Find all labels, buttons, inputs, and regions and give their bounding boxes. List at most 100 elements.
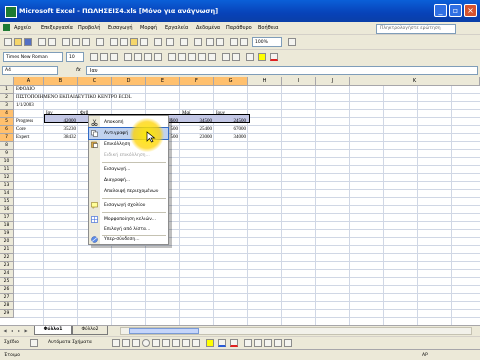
row-header-21[interactable]: 21 <box>0 246 14 254</box>
menu-file[interactable]: Αρχείο <box>14 25 31 31</box>
row-header-7[interactable]: 7 <box>0 134 14 142</box>
cell-a6[interactable]: Core <box>16 126 26 134</box>
merge-center-icon[interactable] <box>154 53 162 61</box>
percent-icon[interactable] <box>178 53 186 61</box>
maximize-button[interactable]: ▫ <box>449 4 462 17</box>
rectangle-icon[interactable] <box>132 339 140 347</box>
increase-decimal-icon[interactable] <box>198 53 206 61</box>
row-header-12[interactable]: 12 <box>0 174 14 182</box>
undo-icon[interactable] <box>154 38 162 46</box>
excel-app-icon[interactable] <box>5 6 17 18</box>
worksheet-grid[interactable]: A B C D E F G H I J K 1 2 3 4 5 6 7 8 9 10 11 12 13 1… <box>0 77 480 325</box>
email-icon[interactable] <box>48 38 56 46</box>
align-left-icon[interactable] <box>124 53 132 61</box>
cell-f6[interactable]: 25400 <box>180 126 213 134</box>
cell-a3[interactable]: 1/1/2003 <box>16 102 34 110</box>
column-header-a[interactable]: A <box>14 77 44 86</box>
cell-g7[interactable]: 34000 <box>214 134 247 142</box>
row-header-26[interactable]: 26 <box>0 286 14 294</box>
chart-wizard-icon[interactable] <box>230 38 238 46</box>
row-header-15[interactable]: 15 <box>0 198 14 206</box>
help-question-box[interactable]: Πληκτρολογήστε ερώτηση <box>376 24 456 34</box>
row-header-27[interactable]: 27 <box>0 294 14 302</box>
line-icon[interactable] <box>112 339 120 347</box>
decrease-indent-icon[interactable] <box>222 53 230 61</box>
row-header-13[interactable]: 13 <box>0 182 14 190</box>
align-right-icon[interactable] <box>144 53 152 61</box>
menu-data[interactable]: Δεδομένα <box>196 25 220 31</box>
row-header-19[interactable]: 19 <box>0 230 14 238</box>
font-size-select[interactable]: 10 <box>66 52 84 62</box>
cut-toolbar-icon[interactable] <box>110 38 118 46</box>
redo-icon[interactable] <box>166 38 174 46</box>
horizontal-scrollbar-thumb[interactable] <box>129 328 199 334</box>
row-header-23[interactable]: 23 <box>0 262 14 270</box>
column-header-c[interactable]: C <box>78 77 112 86</box>
column-header-d[interactable]: D <box>112 77 146 86</box>
sort-descending-icon[interactable] <box>216 38 224 46</box>
shadow-style-icon[interactable] <box>274 339 282 347</box>
copy-toolbar-icon[interactable] <box>120 38 128 46</box>
fill-color-icon[interactable] <box>258 53 266 61</box>
cell-f4[interactable]: Μαϊ <box>182 110 190 118</box>
sheet-tab-2[interactable]: Φύλλο2 <box>72 326 108 335</box>
row-header-28[interactable]: 28 <box>0 302 14 310</box>
menu-item-paste-special[interactable]: Ειδική επικόλληση... <box>89 150 168 161</box>
draw-fill-color-icon[interactable] <box>206 339 214 347</box>
workbook-icon[interactable] <box>3 24 10 31</box>
row-header-18[interactable]: 18 <box>0 222 14 230</box>
wordart-icon[interactable] <box>162 339 170 347</box>
align-center-icon[interactable] <box>134 53 142 61</box>
cell-b4[interactable]: Ιαν <box>46 110 53 118</box>
clipart-icon[interactable] <box>182 339 190 347</box>
row-header-25[interactable]: 25 <box>0 278 14 286</box>
bold-icon[interactable] <box>90 53 98 61</box>
menu-edit[interactable]: Επεξεργασία <box>41 25 73 31</box>
formula-input[interactable]: Ιαν <box>86 66 478 75</box>
next-sheet-icon[interactable]: ▸ <box>16 328 22 334</box>
menu-help[interactable]: Βοήθεια <box>258 25 278 31</box>
cell-a1[interactable]: ΕΦΟΔΙΟ <box>16 86 35 94</box>
line-color-icon[interactable] <box>218 339 226 347</box>
column-header-k[interactable]: K <box>350 77 480 86</box>
menu-tools[interactable]: Εργαλεία <box>165 25 188 31</box>
column-header-g[interactable]: G <box>214 77 248 86</box>
borders-icon[interactable] <box>246 53 254 61</box>
arrow-icon[interactable] <box>122 339 130 347</box>
cell-a2[interactable]: ΠΙΣΤΟΠΟΙΗΜΕΝΟ ΕΚΠΑΙΔΕΥΤΙΚΟ ΚΕΝΤΡΟ ECDL <box>16 94 132 102</box>
column-header-j[interactable]: J <box>316 77 350 86</box>
font-name-select[interactable]: Times New Roman <box>3 52 63 62</box>
menu-item-clear-contents[interactable]: Απαλοιφή περιεχομένων <box>89 186 168 197</box>
menu-view[interactable]: Προβολή <box>78 25 100 31</box>
cell-a7[interactable]: Expert <box>16 134 29 142</box>
increase-indent-icon[interactable] <box>232 53 240 61</box>
first-sheet-icon[interactable]: ◀ <box>2 328 8 334</box>
column-header-h[interactable]: H <box>248 77 282 86</box>
close-button[interactable]: × <box>464 4 477 17</box>
picture-icon[interactable] <box>192 339 200 347</box>
print-icon[interactable] <box>62 38 70 46</box>
row-header-2[interactable]: 2 <box>0 94 14 102</box>
row-header-22[interactable]: 22 <box>0 254 14 262</box>
draw-menu-button[interactable]: Σχέδιο <box>4 340 19 345</box>
menu-window[interactable]: Παράθυρο <box>226 25 252 31</box>
menu-insert[interactable]: Εισαγωγή <box>108 25 133 31</box>
row-header-1[interactable]: 1 <box>0 86 14 94</box>
dash-style-icon[interactable] <box>254 339 262 347</box>
row-header-14[interactable]: 14 <box>0 190 14 198</box>
row-header-11[interactable]: 11 <box>0 166 14 174</box>
currency-icon[interactable] <box>168 53 176 61</box>
row-header-6[interactable]: 6 <box>0 126 14 134</box>
last-sheet-icon[interactable]: ▶ <box>23 328 29 334</box>
row-header-29[interactable]: 29 <box>0 310 14 318</box>
sort-ascending-icon[interactable] <box>206 38 214 46</box>
cell-b5[interactable]: 42000 <box>44 118 77 126</box>
cell-a5[interactable]: Progress <box>16 118 33 126</box>
menu-format[interactable]: Μορφή <box>140 25 157 31</box>
row-header-24[interactable]: 24 <box>0 270 14 278</box>
line-style-icon[interactable] <box>244 339 252 347</box>
oval-icon[interactable] <box>142 339 150 347</box>
previous-sheet-icon[interactable]: ◂ <box>9 328 15 334</box>
row-header-9[interactable]: 9 <box>0 150 14 158</box>
column-header-f[interactable]: F <box>180 77 214 86</box>
